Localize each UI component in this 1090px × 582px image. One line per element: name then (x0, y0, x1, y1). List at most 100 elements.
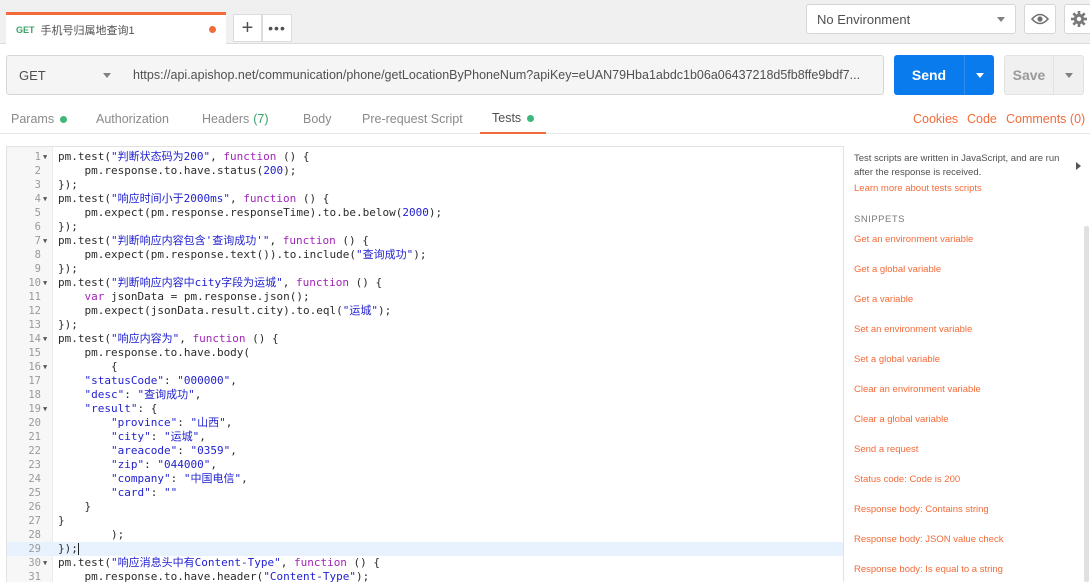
line-number: 30 (28, 557, 41, 569)
snippet-link[interactable]: Get an environment variable (854, 234, 973, 245)
code-line[interactable]: 14 ▼ pm.test("响应内容为", function () { (7, 332, 843, 346)
send-options-button[interactable] (964, 55, 994, 95)
code-link[interactable]: Code (967, 104, 997, 134)
code-text: "province": "山西", (110, 416, 233, 429)
comments-link[interactable]: Comments (0) (1006, 104, 1085, 134)
code-text: }); (58, 262, 78, 275)
code-line[interactable]: 6}); (7, 220, 843, 234)
more-tabs-button[interactable]: ••• (262, 14, 292, 42)
code-line[interactable]: 16 ▼ { (7, 360, 843, 374)
environment-quick-look-button[interactable] (1024, 4, 1056, 34)
fold-toggle-icon[interactable]: ▼ (43, 192, 47, 206)
line-number: 2 (34, 165, 41, 177)
code-line[interactable]: 13}); (7, 318, 843, 332)
code-line[interactable]: 25 "card": "" (7, 486, 843, 500)
save-options-button[interactable] (1054, 55, 1084, 95)
top-bar: GET 手机号归属地查询1 + ••• No Environment (0, 0, 1090, 44)
code-line[interactable]: 21 "city": "运城", (7, 430, 843, 444)
method-value: GET (19, 67, 46, 83)
code-line[interactable]: 1 ▼ pm.test("判断状态码为200", function () { (7, 150, 843, 164)
code-line[interactable]: 30 ▼ pm.test("响应消息头中有Content-Type", functi… (7, 556, 843, 570)
expand-panel-icon[interactable] (1076, 162, 1081, 170)
snippet-link[interactable]: Get a global variable (854, 264, 941, 275)
code-line[interactable]: 23 "zip": "044000", (7, 458, 843, 472)
code-line[interactable]: 18 "desc": "查询成功", (7, 388, 843, 402)
code-line[interactable]: 2 pm.response.to.have.status(200); (7, 164, 843, 178)
code-line[interactable]: 3}); (7, 178, 843, 192)
code-text: "company": "中国电信", (110, 472, 248, 485)
code-line[interactable]: 7 ▼ pm.test("判断响应内容包含'查询成功'", function () … (7, 234, 843, 248)
snippet-link[interactable]: Set a global variable (854, 354, 940, 365)
fold-toggle-icon[interactable]: ▼ (43, 150, 47, 164)
fold-toggle-icon[interactable]: ▼ (43, 402, 47, 416)
tab-tests[interactable]: Tests (480, 104, 547, 134)
method-select[interactable]: GET (6, 55, 124, 95)
code-line[interactable]: 5 pm.expect(pm.response.responseTime).to… (7, 206, 843, 220)
code-text: pm.test("判断状态码为200", function () { (58, 150, 310, 163)
save-button[interactable]: Save (1004, 55, 1054, 95)
snippet-link[interactable]: Clear a global variable (854, 414, 949, 425)
line-number: 31 (28, 571, 41, 582)
code-text: var jsonData = pm.response.json(); (84, 290, 310, 303)
code-line[interactable]: 27} (7, 514, 843, 528)
tab-method: GET (16, 24, 35, 35)
panel-scrollbar[interactable] (1084, 226, 1089, 582)
fold-toggle-icon[interactable]: ▼ (43, 360, 47, 374)
snippet-link[interactable]: Send a request (854, 444, 918, 455)
code-line[interactable]: 28 ); (7, 528, 843, 542)
tab-prerequest-script[interactable]: Pre-request Script (362, 104, 463, 134)
snippet-link[interactable]: Get a variable (854, 294, 913, 305)
code-line[interactable]: 24 "company": "中国电信", (7, 472, 843, 486)
environment-settings-button[interactable] (1064, 4, 1090, 34)
code-line[interactable]: 9}); (7, 262, 843, 276)
code-line[interactable]: 10 ▼ pm.test("判断响应内容中city字段为运城", function … (7, 276, 843, 290)
line-number: 22 (28, 445, 41, 457)
cookies-link[interactable]: Cookies (913, 104, 958, 134)
eye-icon (1031, 13, 1049, 25)
send-button[interactable]: Send (894, 55, 964, 95)
snippet-link[interactable]: Response body: Is equal to a string (854, 564, 1003, 575)
fold-toggle-icon[interactable]: ▼ (43, 276, 47, 290)
fold-toggle-icon[interactable]: ▼ (43, 332, 47, 346)
line-number: 11 (28, 291, 41, 303)
snippet-link[interactable]: Status code: Code is 200 (854, 474, 960, 485)
code-line[interactable]: 22 "areacode": "0359", (7, 444, 843, 458)
tab-params[interactable]: Params (11, 104, 68, 134)
code-text: "areacode": "0359", (110, 444, 237, 457)
code-line[interactable]: 11 var jsonData = pm.response.json(); (7, 290, 843, 304)
snippet-link[interactable]: Response body: Contains string (854, 504, 989, 515)
snippet-link[interactable]: Set an environment variable (854, 324, 972, 335)
code-line[interactable]: 31 pm.response.to.have.header("Content-T… (7, 570, 843, 582)
learn-more-link[interactable]: Learn more about tests scripts (854, 183, 982, 194)
line-number: 5 (34, 207, 41, 219)
code-text: pm.test("响应消息头中有Content-Type", function … (58, 556, 381, 569)
code-line[interactable]: 15 pm.response.to.have.body( (7, 346, 843, 360)
fold-toggle-icon[interactable]: ▼ (43, 556, 47, 570)
code-line[interactable]: 17 "statusCode": "000000", (7, 374, 843, 388)
environment-select[interactable]: No Environment (806, 4, 1016, 34)
fold-toggle-icon[interactable]: ▼ (43, 234, 47, 248)
code-text: "statusCode": "000000", (84, 374, 237, 387)
code-line[interactable]: 4 ▼ pm.test("响应时间小于2000ms", function () { (7, 192, 843, 206)
code-line[interactable]: 12 pm.expect(jsonData.result.city).to.eq… (7, 304, 843, 318)
line-number: 19 (28, 403, 41, 415)
code-line[interactable]: 20 "province": "山西", (7, 416, 843, 430)
url-input[interactable]: https://api.apishop.net/communication/ph… (123, 55, 884, 95)
request-tab[interactable]: GET 手机号归属地查询1 (6, 12, 226, 44)
line-number: 28 (28, 529, 41, 541)
tab-body[interactable]: Body (303, 104, 332, 134)
snippet-link[interactable]: Clear an environment variable (854, 384, 981, 395)
line-number: 12 (28, 305, 41, 317)
snippet-link[interactable]: Response body: JSON value check (854, 534, 1003, 545)
code-line[interactable]: 8 pm.expect(pm.response.text()).to.inclu… (7, 248, 843, 262)
line-number: 4 (34, 193, 41, 205)
code-line[interactable]: 19 ▼ "result": { (7, 402, 843, 416)
tab-authorization[interactable]: Authorization (96, 104, 169, 134)
tab-prerequest-label: Pre-request Script (362, 112, 463, 126)
tests-code-editor[interactable]: 1 ▼ pm.test("判断状态码为200", function () {2 pm… (6, 146, 844, 582)
code-line[interactable]: 26 } (7, 500, 843, 514)
line-number: 10 (28, 277, 41, 289)
tab-headers[interactable]: Headers (7) (202, 104, 269, 134)
code-line[interactable]: 29}); (7, 542, 843, 556)
new-tab-button[interactable]: + (233, 14, 262, 42)
